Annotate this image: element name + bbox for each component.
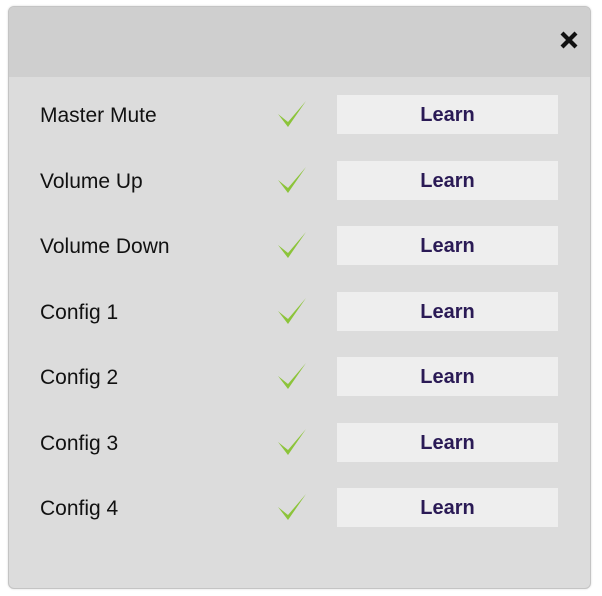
learn-dialog: Master Mute Learn Volume Up Learn Volume… — [8, 6, 591, 589]
learn-button[interactable]: Learn — [337, 160, 558, 200]
learn-row-config-1: Config 1 Learn — [9, 280, 590, 346]
row-label: Config 3 — [40, 431, 119, 455]
checkmark-icon — [275, 425, 309, 459]
checkmark-icon — [275, 97, 309, 131]
learn-row-config-3: Config 3 Learn — [9, 411, 590, 477]
row-label: Config 2 — [40, 366, 119, 389]
learn-button[interactable]: Learn — [337, 95, 558, 134]
row-label: Volume Up — [40, 169, 143, 193]
learn-button[interactable]: Learn — [337, 422, 558, 462]
checkmark-icon — [275, 294, 309, 328]
learn-row-master-mute: Master Mute Learn — [9, 83, 590, 149]
learn-row-volume-up: Volume Up Learn — [9, 149, 590, 215]
row-label: Volume Down — [40, 235, 170, 258]
dialog-titlebar — [9, 7, 590, 77]
learn-button[interactable]: Learn — [337, 357, 558, 396]
learn-row-volume-down: Volume Down Learn — [9, 214, 590, 280]
checkmark-icon — [275, 163, 309, 197]
learn-row-config-4: Config 4 Learn — [9, 476, 590, 542]
learn-row-config-2: Config 2 Learn — [9, 345, 590, 411]
checkmark-icon — [275, 490, 309, 524]
checkmark-icon — [275, 228, 309, 262]
learn-button[interactable]: Learn — [337, 291, 558, 331]
close-icon[interactable] — [556, 27, 582, 53]
learn-button[interactable]: Learn — [337, 226, 558, 265]
learn-rows: Master Mute Learn Volume Up Learn Volume… — [9, 83, 590, 542]
row-label: Config 4 — [40, 497, 119, 520]
row-label: Master Mute — [40, 104, 157, 127]
checkmark-icon — [275, 359, 309, 393]
row-label: Config 1 — [40, 300, 119, 324]
learn-button[interactable]: Learn — [337, 488, 558, 527]
